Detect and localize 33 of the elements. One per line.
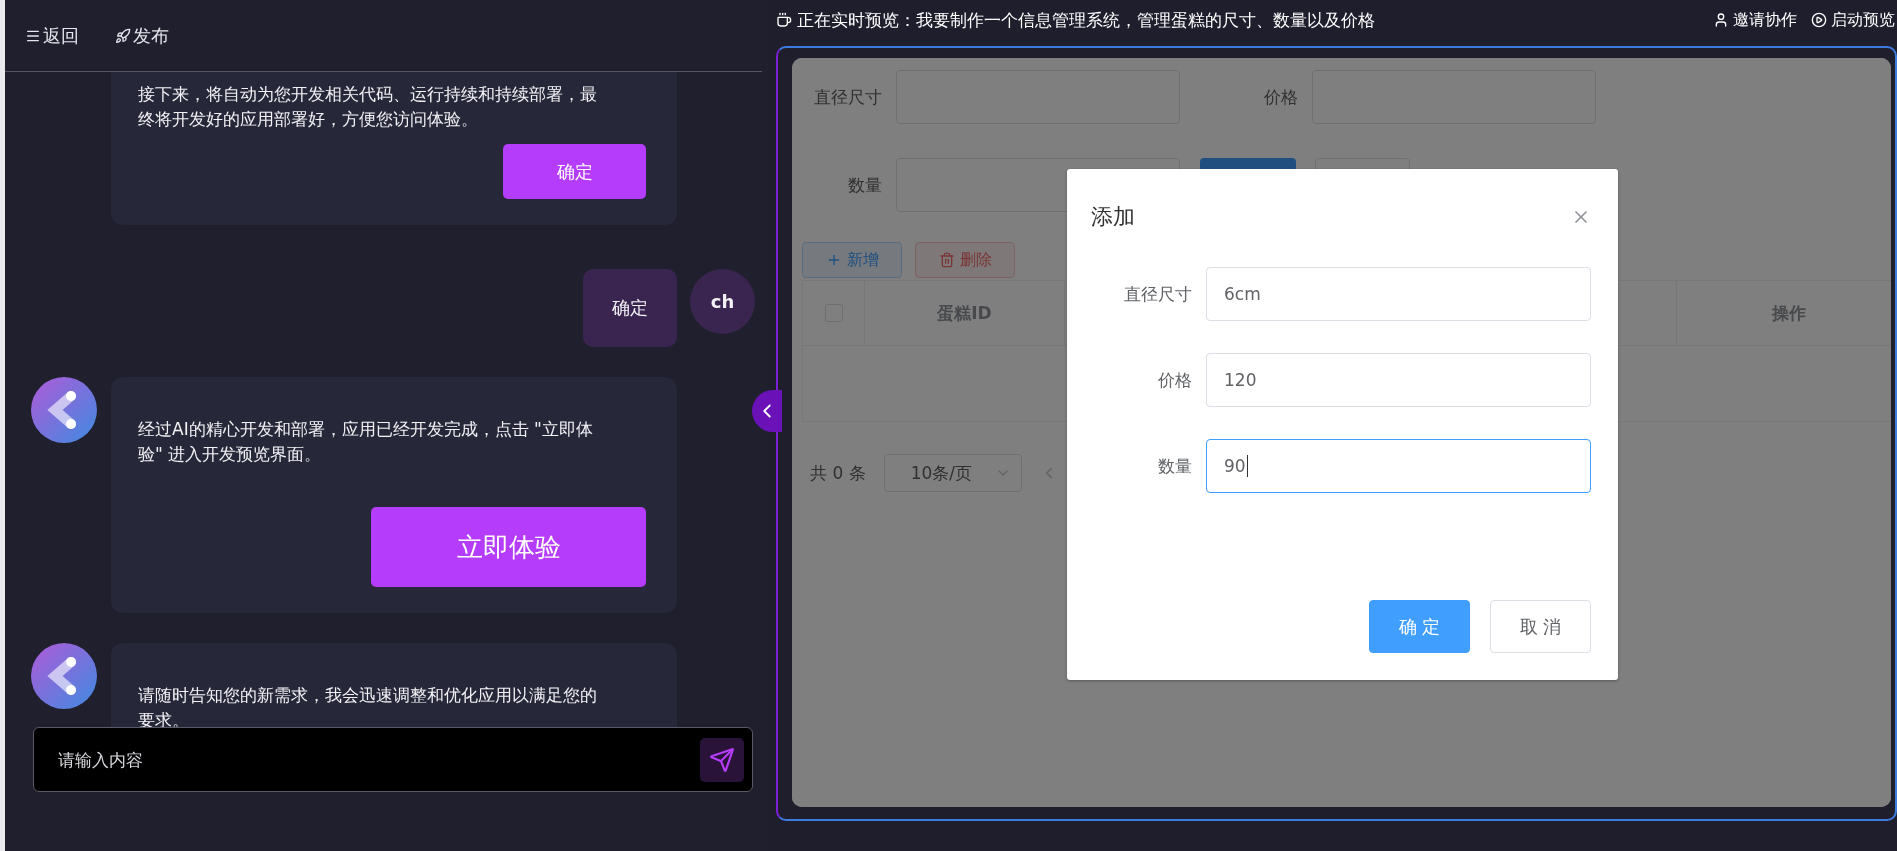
send-button[interactable]	[700, 737, 744, 782]
user-message: 确定	[583, 269, 677, 347]
publish-button[interactable]: 发布	[115, 23, 169, 48]
message-text: 经过AI的精心开发和部署，应用已经开发完成，点击 "立即体验" 进入开发预览界面。	[138, 418, 594, 466]
play-icon	[1811, 12, 1827, 28]
cancel-button[interactable]: 取消	[1490, 600, 1591, 653]
message-input[interactable]: 请输入内容	[56, 748, 700, 771]
back-button[interactable]: 返回	[25, 23, 79, 48]
message-text: 接下来，将自动为您开发相关代码、运行持续和持续部署，最终将开发好的应用部署好，方便您访问体验。	[138, 83, 598, 131]
input-field[interactable]: 120	[1206, 353, 1591, 407]
user-icon	[1713, 12, 1729, 28]
rocket-icon	[115, 27, 131, 44]
cup-icon	[776, 12, 792, 28]
total-count: 共 0 条	[810, 461, 866, 485]
trash-icon	[938, 252, 955, 268]
dialog-title: 添加	[1091, 203, 1135, 231]
invite-link[interactable]: 邀请协作	[1713, 9, 1797, 31]
start-preview-link[interactable]: 启动预览	[1811, 9, 1895, 31]
user-avatar: ch	[690, 269, 755, 334]
field-label: 价格	[1263, 85, 1299, 109]
field-label: 价格	[1157, 368, 1193, 392]
page-size-select[interactable]: 10条/页	[883, 454, 1022, 492]
send-icon	[709, 746, 735, 773]
field-label: 数量	[1157, 454, 1193, 478]
input-field[interactable]: 6cm	[1206, 267, 1591, 321]
field-label: 直径尺寸	[1123, 282, 1193, 306]
field-label: 数量	[847, 173, 883, 197]
field-label: 直径尺寸	[813, 85, 883, 109]
confirm-button[interactable]: 确定	[503, 144, 646, 199]
preview-title: 正在实时预览：我要制作一个信息管理系统，管理蛋糕的尺寸、数量以及价格	[797, 8, 1375, 32]
message-field[interactable]: 请输入内容	[33, 727, 753, 792]
try-now-button[interactable]: 立即体验	[371, 507, 646, 587]
input-field[interactable]: 90	[1206, 439, 1591, 493]
